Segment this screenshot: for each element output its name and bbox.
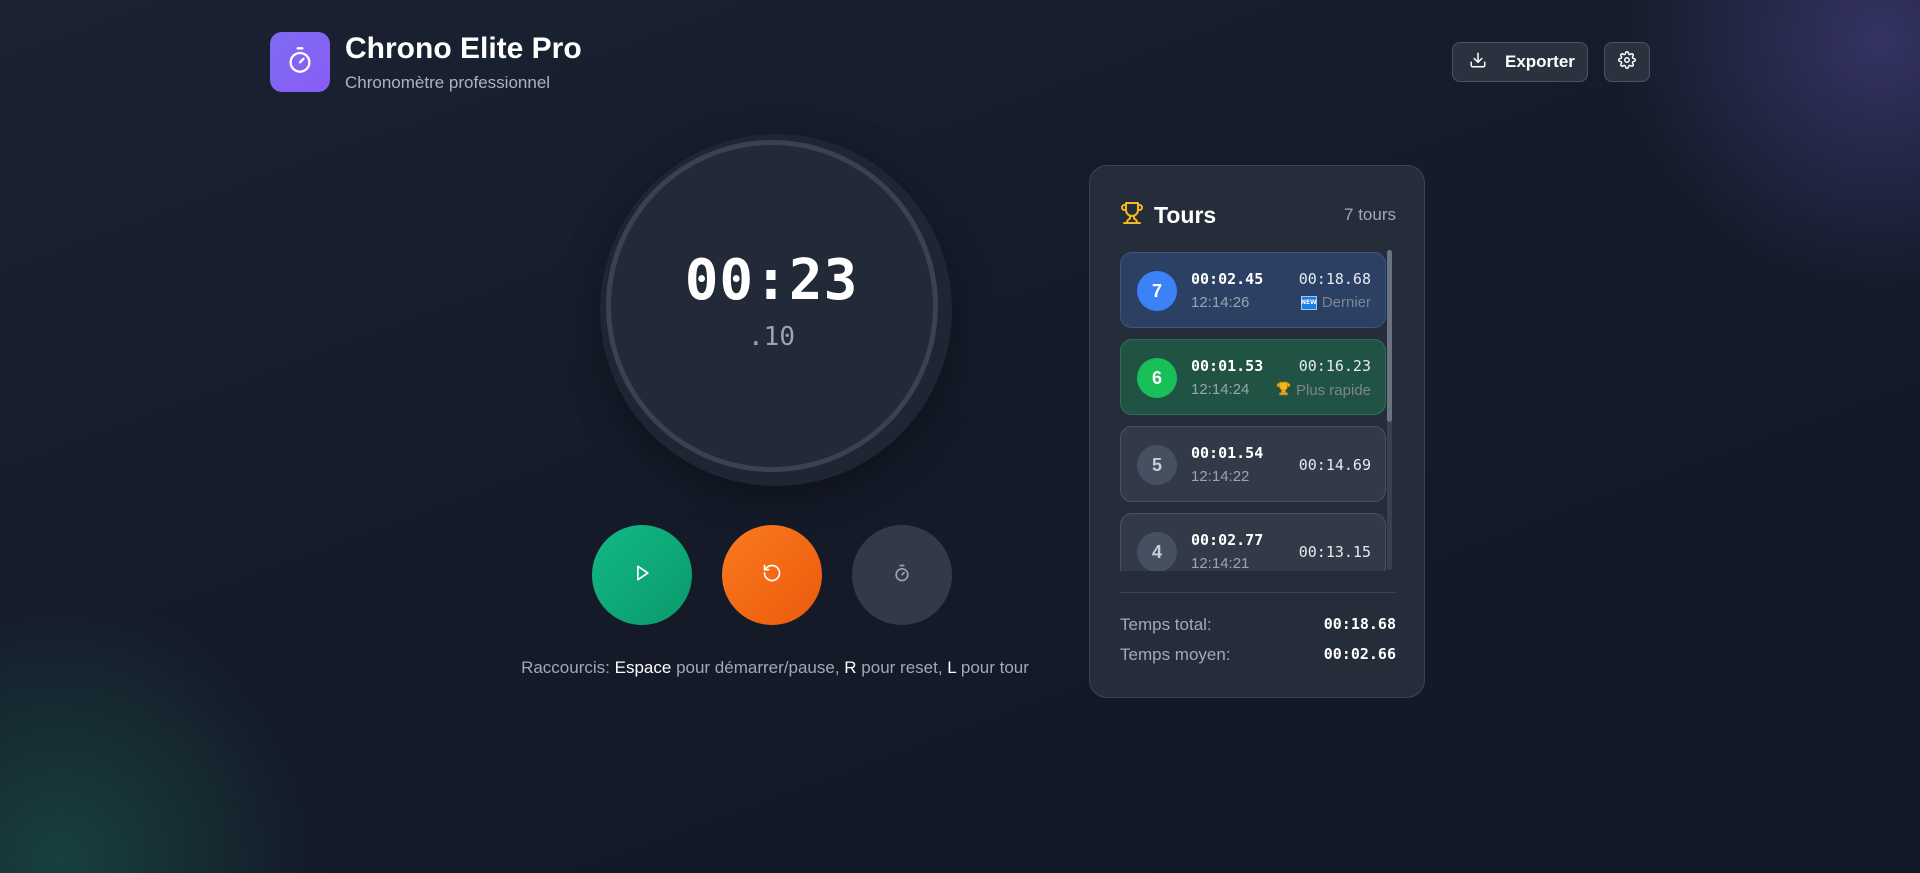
lap-button[interactable] (852, 525, 952, 625)
shortcut-key-r: R (844, 658, 857, 677)
app-subtitle: Chronomètre professionnel (345, 73, 551, 92)
total-time-value: 00:18.68 (1323, 615, 1396, 633)
laps-panel-title: Tours (1154, 201, 1217, 228)
average-time-value: 00:02.66 (1323, 645, 1396, 663)
export-button[interactable]: Exporter (1452, 42, 1588, 82)
app-logo (270, 32, 330, 92)
lap-clock: 12:14:24 (1191, 381, 1250, 398)
lap-number: 6 (1137, 358, 1177, 398)
export-button-label: Exporter (1505, 52, 1575, 71)
lap-time: 00:01.54 (1191, 444, 1264, 462)
reset-icon (762, 563, 782, 588)
laps-panel: Tours 7 tours 7 00:02.45 12:14:26 00:18.… (1089, 165, 1425, 698)
lap-badge: NEW Dernier (1300, 294, 1371, 311)
stopwatch-icon (286, 46, 314, 79)
panel-divider (1120, 592, 1396, 593)
laps-panel-header: Tours 7 tours (1120, 200, 1396, 230)
stopwatch-icon (892, 563, 912, 588)
lap-time: 00:02.45 (1191, 270, 1264, 288)
lap-count: 7 tours (1344, 205, 1396, 224)
lap-clock: 12:14:22 (1191, 468, 1250, 485)
shortcut-key-l: L (947, 658, 957, 677)
lap-total: 00:18.68 (1298, 270, 1371, 288)
gear-icon (1618, 50, 1636, 74)
total-time-label: Temps total: (1120, 615, 1212, 634)
shortcut-key-space: Espace (614, 658, 672, 677)
shortcuts-hint: Raccourcis: Espace pour démarrer/pause, … (521, 658, 1029, 677)
average-time-row: Temps moyen: 00:02.66 (1120, 645, 1396, 665)
lap-time: 00:01.53 (1191, 357, 1264, 375)
trophy-icon (1120, 201, 1144, 230)
new-icon: NEW (1300, 295, 1317, 310)
lap-total: 00:13.15 (1298, 543, 1371, 561)
lap-time: 00:02.77 (1191, 531, 1264, 549)
lap-badge: Plus rapide (1276, 381, 1371, 400)
reset-button[interactable] (722, 525, 822, 625)
play-button[interactable] (592, 525, 692, 625)
timer-display: 00:23 (684, 248, 859, 313)
lap-number: 5 (1137, 445, 1177, 485)
lap-number: 7 (1137, 271, 1177, 311)
lap-total: 00:16.23 (1298, 357, 1371, 375)
average-time-label: Temps moyen: (1120, 645, 1231, 664)
lap-number: 4 (1137, 532, 1177, 571)
app-title: Chrono Elite Pro (345, 32, 582, 65)
lap-list-scroll-thumb[interactable] (1387, 250, 1392, 422)
timer-centiseconds: .10 (748, 322, 795, 352)
lap-clock: 12:14:21 (1191, 555, 1250, 571)
lap-item: 5 00:01.54 12:14:22 00:14.69 (1120, 426, 1386, 502)
trophy-icon (1276, 381, 1291, 400)
settings-button[interactable] (1604, 42, 1650, 82)
total-time-row: Temps total: 00:18.68 (1120, 615, 1396, 635)
download-icon (1469, 51, 1487, 74)
lap-item: 4 00:02.77 12:14:21 00:13.15 (1120, 513, 1386, 571)
play-icon (632, 563, 652, 588)
lap-list[interactable]: 7 00:02.45 12:14:26 00:18.68 NEW Dernier… (1120, 252, 1396, 571)
lap-clock: 12:14:26 (1191, 294, 1250, 311)
lap-total: 00:14.69 (1298, 456, 1371, 474)
lap-item: 7 00:02.45 12:14:26 00:18.68 NEW Dernier (1120, 252, 1386, 328)
lap-item: 6 00:01.53 12:14:24 00:16.23 Plus rapide (1120, 339, 1386, 415)
